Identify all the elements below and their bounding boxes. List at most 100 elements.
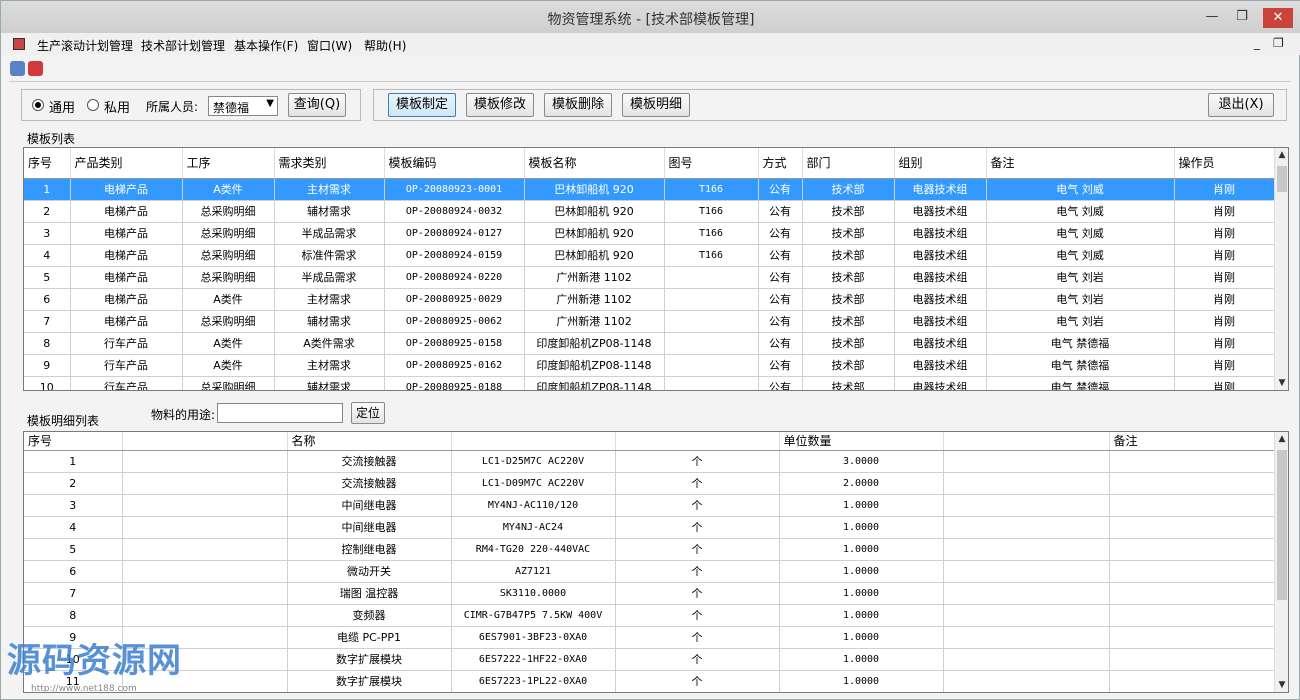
detail-list-scrollbar[interactable]: ▲ ▼	[1274, 432, 1288, 692]
col-header[interactable]: 需求类别	[274, 148, 385, 179]
table-cell: 电梯产品	[70, 178, 183, 201]
table-cell	[664, 266, 759, 289]
mdi-minimize-icon[interactable]: _	[1254, 36, 1260, 50]
col-header[interactable]: 序号	[24, 432, 123, 451]
table-cell	[122, 560, 288, 583]
table-row[interactable]: 8 变频器 CIMR-G7B47P5 7.5KW 400V 个 1.0000	[24, 604, 1275, 627]
menu-production-plan[interactable]: 生产滚动计划管理	[37, 37, 133, 54]
table-row[interactable]: 9 行车产品 A类件 主材需求 OP-20080925-0162 印度卸船机ZP08-11…	[24, 354, 1275, 377]
table-row[interactable]: 7 瑞图 温控器 SK3110.0000 个 1.0000	[24, 582, 1275, 605]
table-row[interactable]: 2 交流接触器 LC1-D09M7C AC220V 个 2.0000	[24, 472, 1275, 495]
col-header[interactable]: 部门	[802, 148, 895, 179]
col-header[interactable]	[943, 432, 1110, 451]
table-cell: 变频器	[287, 604, 452, 627]
col-header[interactable]: 单位数量	[779, 432, 944, 451]
minimize-icon[interactable]: —	[1201, 9, 1223, 27]
col-header[interactable]: 序号	[24, 148, 71, 179]
scroll-down-icon[interactable]: ▼	[1275, 678, 1288, 692]
table-cell: 肖刚	[1174, 288, 1275, 311]
template-list-scrollbar[interactable]: ▲ ▼	[1274, 148, 1288, 390]
scroll-up-icon[interactable]: ▲	[1275, 432, 1288, 446]
table-cell: 肖刚	[1174, 178, 1275, 201]
table-cell: 总采购明细	[182, 222, 275, 245]
table-row[interactable]: 4 电梯产品 总采购明细 标准件需求 OP-20080924-0159 巴林卸船机 920…	[24, 244, 1275, 267]
exit-button[interactable]: 退出(X)	[1208, 93, 1274, 117]
table-row[interactable]: 6 电梯产品 A类件 主材需求 OP-20080925-0029 广州新港 1102 公有技…	[24, 288, 1275, 311]
purpose-label: 物料的用途:	[151, 408, 216, 422]
col-header[interactable]: 组别	[894, 148, 987, 179]
scroll-thumb[interactable]	[1277, 166, 1287, 192]
table-cell: 肖刚	[1174, 266, 1275, 289]
table-cell: 肖刚	[1174, 200, 1275, 223]
table-cell	[943, 582, 1110, 605]
table-row[interactable]: 8 行车产品 A类件 A类件需求 OP-20080925-0158 印度卸船机ZP08-1…	[24, 332, 1275, 355]
table-cell: LC1-D09M7C AC220V	[451, 472, 616, 495]
table-row[interactable]: 9 电缆 PC-PP1 6ES7901-3BF23-0XA0 个 1.0000	[24, 626, 1275, 649]
owner-select[interactable]: 禁德福 ▼	[208, 96, 278, 116]
close-icon[interactable]: ✕	[1263, 8, 1293, 28]
create-template-button[interactable]: 模板制定	[388, 93, 456, 117]
table-row[interactable]: 6 微动开关 AZ7121 个 1.0000	[24, 560, 1275, 583]
search-button[interactable]: 查询(Q)	[288, 93, 346, 117]
table-cell: 公有	[758, 178, 803, 201]
table-row[interactable]: 4 中间继电器 MY4NJ-AC24 个 1.0000	[24, 516, 1275, 539]
table-cell: 肖刚	[1174, 244, 1275, 267]
table-row[interactable]: 5 控制继电器 RM4-TG20 220-440VAC 个 1.0000	[24, 538, 1275, 561]
col-header[interactable]: 工序	[182, 148, 275, 179]
table-cell	[664, 288, 759, 311]
table-row[interactable]: 10 行车产品 总采购明细 辅材需求 OP-20080925-0188 印度卸船机ZP08…	[24, 376, 1275, 390]
radio-private[interactable]	[87, 99, 99, 111]
refresh-icon[interactable]	[10, 61, 25, 76]
col-header[interactable]: 方式	[758, 148, 803, 179]
mdi-restore-icon[interactable]: ❐	[1273, 36, 1284, 50]
table-cell: OP-20080924-0159	[384, 244, 525, 267]
table-cell: 巴林卸船机 920	[524, 244, 665, 267]
locate-button[interactable]: 定位	[351, 402, 385, 424]
table-row[interactable]: 3 中间继电器 MY4NJ-AC110/120 个 1.0000	[24, 494, 1275, 517]
scroll-thumb[interactable]	[1277, 450, 1287, 600]
delete-template-button[interactable]: 模板删除	[544, 93, 612, 117]
app-menu-icon[interactable]	[13, 38, 25, 50]
menu-window[interactable]: 窗口(W)	[307, 37, 352, 54]
table-row[interactable]: 3 电梯产品 总采购明细 半成品需求 OP-20080924-0127 巴林卸船机 920…	[24, 222, 1275, 245]
modify-template-button[interactable]: 模板修改	[466, 93, 534, 117]
table-row[interactable]: 5 电梯产品 总采购明细 半成品需求 OP-20080924-0220 广州新港 1102…	[24, 266, 1275, 289]
col-header[interactable]	[122, 432, 288, 451]
col-header[interactable]: 名称	[287, 432, 452, 451]
purpose-input[interactable]	[217, 403, 343, 423]
table-cell: 电器技术组	[894, 222, 987, 245]
table-cell: OP-20080924-0032	[384, 200, 525, 223]
menu-basic-ops[interactable]: 基本操作(F)	[234, 37, 298, 54]
col-header[interactable]	[615, 432, 780, 451]
menu-tech-plan[interactable]: 技术部计划管理	[141, 37, 225, 54]
table-cell: 微动开关	[287, 560, 452, 583]
template-detail-button[interactable]: 模板明细	[622, 93, 690, 117]
close-form-icon[interactable]	[28, 61, 43, 76]
col-header[interactable]: 备注	[1109, 432, 1275, 451]
table-cell: 技术部	[802, 310, 895, 333]
detail-list-label: 模板明细列表	[27, 414, 100, 428]
table-row[interactable]: 11 数字扩展模块 6ES7223-1PL22-0XA0 个 1.0000	[24, 670, 1275, 692]
restore-icon[interactable]: ❐	[1231, 9, 1253, 27]
col-header[interactable]: 产品类别	[70, 148, 183, 179]
table-cell	[664, 332, 759, 355]
col-header[interactable]: 模板名称	[524, 148, 665, 179]
col-header[interactable]: 备注	[986, 148, 1175, 179]
col-header[interactable]: 图号	[664, 148, 759, 179]
table-row[interactable]: 1 交流接触器 LC1-D25M7C AC220V 个 3.0000	[24, 450, 1275, 473]
scroll-down-icon[interactable]: ▼	[1275, 376, 1288, 390]
table-cell: T166	[664, 200, 759, 223]
scroll-up-icon[interactable]: ▲	[1275, 148, 1288, 162]
menu-help[interactable]: 帮助(H)	[364, 37, 406, 54]
table-row[interactable]: 7 电梯产品 总采购明细 辅材需求 OP-20080925-0062 广州新港 1102 公…	[24, 310, 1275, 333]
table-cell: 电器技术组	[894, 332, 987, 355]
col-header[interactable]: 模板编码	[384, 148, 525, 179]
table-row[interactable]: 10 数字扩展模块 6ES7222-1HF22-0XA0 个 1.0000	[24, 648, 1275, 671]
table-cell: 3.0000	[779, 450, 944, 473]
radio-general[interactable]	[32, 99, 44, 111]
col-header[interactable]: 操作员	[1174, 148, 1275, 179]
table-cell: AZ7121	[451, 560, 616, 583]
table-row[interactable]: 1 电梯产品 A类件 主材需求 OP-20080923-0001 巴林卸船机 920 T16…	[24, 178, 1275, 201]
table-row[interactable]: 2 电梯产品 总采购明细 辅材需求 OP-20080924-0032 巴林卸船机 920 T…	[24, 200, 1275, 223]
col-header[interactable]	[451, 432, 616, 451]
